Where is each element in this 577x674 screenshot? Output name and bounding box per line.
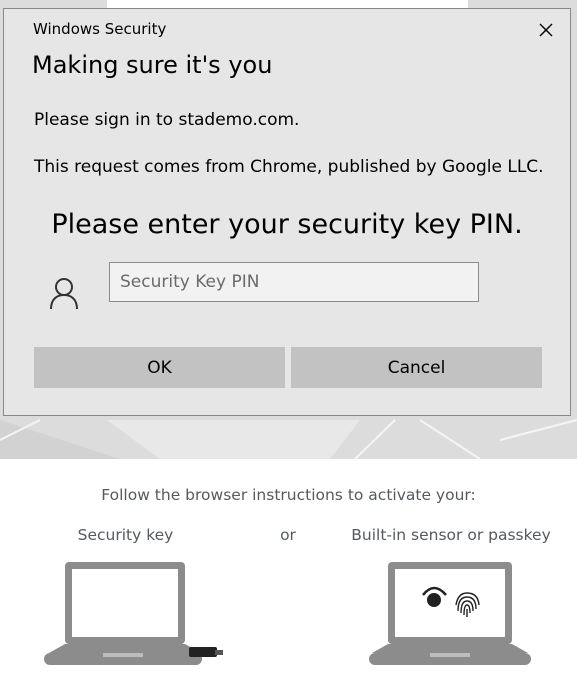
security-key-pin-input[interactable] (109, 262, 479, 302)
option-builtin-sensor-label: Built-in sensor or passkey (351, 526, 551, 544)
laptop-builtin-sensor-icon (369, 562, 531, 665)
laptop-security-key-icon (44, 562, 223, 665)
windows-security-dialog: Windows Security Making sure it's you Pl… (3, 8, 571, 416)
user-icon (50, 278, 78, 310)
ok-button[interactable]: OK (34, 347, 285, 388)
background-card (107, 0, 468, 8)
option-security-key-label: Security key (77, 526, 174, 544)
close-icon (539, 23, 553, 37)
or-label: or (280, 526, 296, 544)
cancel-button[interactable]: Cancel (291, 347, 542, 388)
instructions-text: Follow the browser instructions to activ… (101, 486, 476, 504)
dialog-heading: Making sure it's you (32, 51, 273, 79)
request-origin-text: This request comes from Chrome, publishe… (34, 157, 544, 177)
pin-prompt: Please enter your security key PIN. (51, 209, 523, 240)
close-button[interactable] (533, 17, 559, 43)
sign-in-text: Please sign in to stademo.com. (34, 110, 300, 130)
dialog-window-title: Windows Security (33, 20, 167, 38)
